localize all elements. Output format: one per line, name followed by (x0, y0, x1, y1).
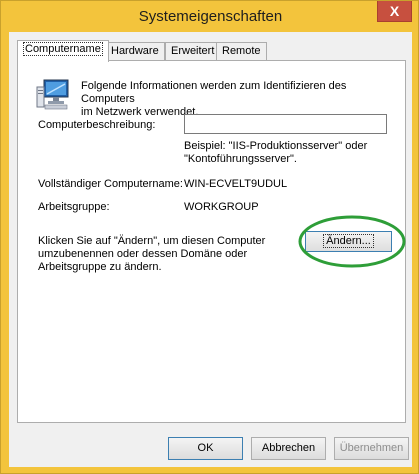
tab-label: Hardware (111, 45, 159, 57)
change-instructions: Klicken Sie auf "Ändern", um diesen Comp… (38, 235, 265, 274)
tab-hardware[interactable]: Hardware (105, 42, 165, 61)
description-label: Computerbeschreibung: (38, 119, 156, 131)
tab-label: Remote (222, 45, 261, 57)
dialog-client-area: Computername Hardware Erweitert Remote F… (9, 32, 412, 467)
window-title: Systemeigenschaften (138, 8, 283, 25)
tab-label: Computername (23, 42, 103, 56)
fullname-value: WIN-ECVELT9UDUL (184, 178, 288, 190)
close-icon: X (389, 3, 400, 19)
ok-button[interactable]: OK (168, 437, 243, 460)
description-input[interactable] (184, 114, 387, 134)
apply-button[interactable]: Übernehmen (334, 437, 409, 460)
fullname-label: Vollständiger Computername: (38, 178, 183, 190)
tab-remote[interactable]: Remote (216, 42, 267, 61)
computer-icon (36, 79, 69, 110)
cancel-button[interactable]: Abbrechen (251, 437, 326, 460)
tab-label: Erweitert (171, 45, 215, 57)
system-properties-window: Systemeigenschaften X Computername Hardw… (0, 0, 419, 474)
example-line-1: Beispiel: "IIS-Produktionsserver" oder (184, 140, 368, 152)
change-line-1: Klicken Sie auf "Ändern", um diesen Comp… (38, 235, 266, 247)
tab-computername[interactable]: Computername (17, 40, 109, 62)
example-line-2: "Kontoführungsserver". (184, 153, 297, 165)
computername-panel: Folgende Informationen werden zum Identi… (17, 60, 406, 423)
change-button-label: Ändern... (323, 234, 374, 248)
change-button[interactable]: Ändern... (305, 231, 392, 252)
example-text: Beispiel: "IIS-Produktionsserver" oder "… (184, 140, 367, 166)
title-bar[interactable]: Systemeigenschaften X (1, 1, 419, 32)
workgroup-value: WORKGROUP (184, 201, 259, 213)
change-line-3: Arbeitsgruppe zu ändern. (38, 261, 162, 273)
intro-line-1: Folgende Informationen werden zum Identi… (81, 80, 347, 105)
tab-erweitert[interactable]: Erweitert (165, 42, 221, 61)
workgroup-label: Arbeitsgruppe: (38, 201, 110, 213)
close-button[interactable]: X (377, 1, 412, 22)
change-line-2: umzubenennen oder dessen Domäne oder (38, 248, 248, 260)
